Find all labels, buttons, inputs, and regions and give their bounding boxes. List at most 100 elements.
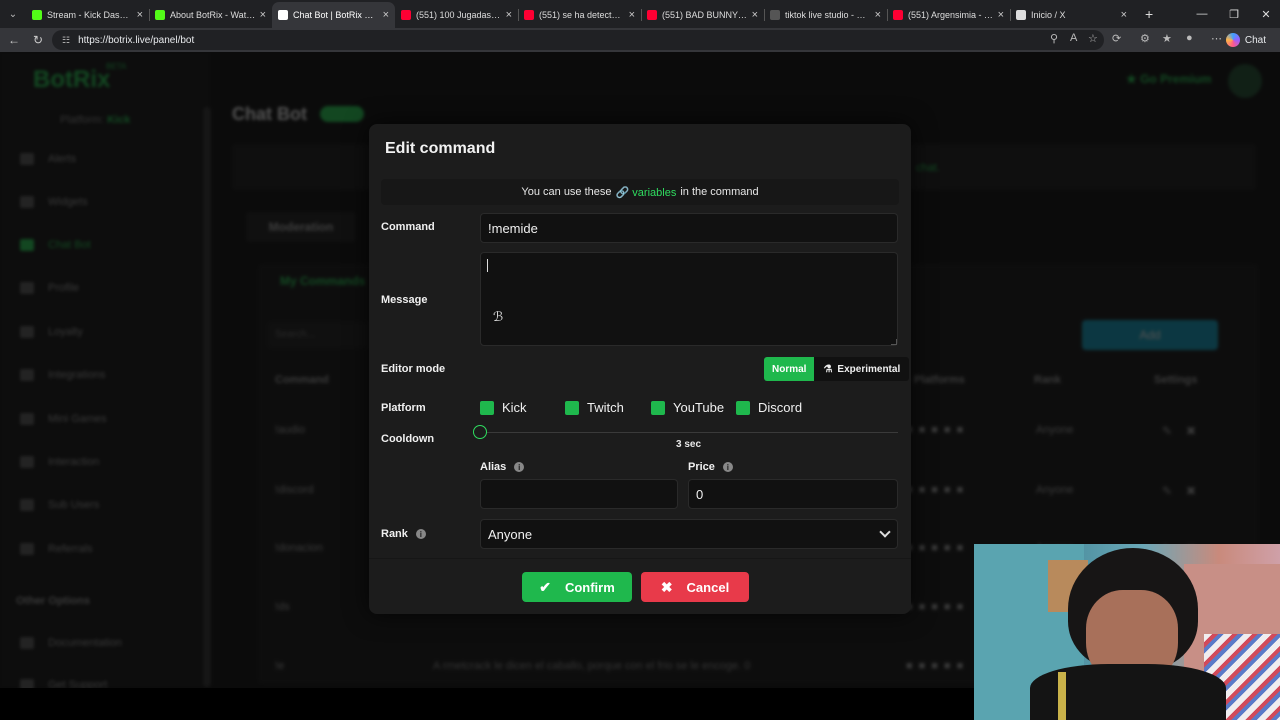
modal-title: Edit command bbox=[385, 140, 496, 157]
browser-tab-title: Stream - Kick Dashboard bbox=[47, 10, 133, 20]
close-window-icon[interactable]: ✕ bbox=[1250, 0, 1280, 28]
confirm-button[interactable]: ✔ Confirm bbox=[522, 572, 632, 602]
cooldown-slider-track[interactable] bbox=[480, 432, 898, 433]
tab-search-menu-icon[interactable]: ⌄ bbox=[0, 0, 26, 28]
price-input[interactable]: 0 bbox=[688, 479, 898, 509]
address-bar[interactable]: ☷ https://botrix.live/panel/bot bbox=[52, 30, 1104, 50]
refresh-extension-icon[interactable]: ⟳ bbox=[1112, 32, 1121, 45]
message-label: Message bbox=[381, 294, 428, 306]
variables-link-label: variables bbox=[632, 186, 677, 199]
close-tab-icon[interactable]: × bbox=[1121, 9, 1127, 21]
youtube-icon bbox=[401, 10, 411, 20]
close-tab-icon[interactable]: × bbox=[260, 9, 266, 21]
editor-mode-normal-button[interactable]: Normal bbox=[764, 357, 815, 381]
copilot-icon bbox=[1225, 33, 1240, 47]
rank-info-icon[interactable]: i bbox=[415, 529, 426, 539]
reload-icon[interactable]: ↻ bbox=[26, 28, 50, 52]
extensions-icon[interactable]: ⚙ bbox=[1140, 32, 1150, 45]
browser-tab[interactable]: (551) 100 Jugadas Que Se × bbox=[395, 2, 518, 28]
checkbox-icon[interactable] bbox=[651, 400, 665, 415]
browser-tab-title: (551) Argensimia - YouTu bbox=[908, 10, 994, 20]
rank-select[interactable]: Anyone bbox=[480, 519, 898, 549]
browser-tab[interactable]: (551) Argensimia - YouTu × bbox=[887, 2, 1010, 28]
cancel-label: Cancel bbox=[686, 579, 730, 595]
checkbox-icon[interactable] bbox=[565, 400, 579, 415]
site-info-icon[interactable]: ☷ bbox=[62, 35, 70, 46]
browser-tab-bar: ⌄ Stream - Kick Dashboard×About BotRix -… bbox=[0, 0, 1280, 28]
close-tab-icon[interactable]: × bbox=[752, 9, 758, 21]
command-input[interactable]: !memide bbox=[480, 213, 898, 243]
browser-tab[interactable]: Stream - Kick Dashboard × bbox=[26, 2, 149, 28]
browser-tab[interactable]: Inicio / X × bbox=[1010, 2, 1133, 28]
back-icon[interactable]: ← bbox=[2, 28, 26, 52]
price-label-group: Price i bbox=[688, 461, 733, 473]
close-icon: ✖ bbox=[660, 578, 673, 595]
kick-icon bbox=[155, 10, 165, 20]
platform-checkbox-label: Discord bbox=[758, 400, 803, 415]
editor-mode-toggle: Normal ⚗ Experimental bbox=[764, 357, 910, 381]
close-tab-icon[interactable]: × bbox=[875, 9, 881, 21]
resize-handle-icon[interactable] bbox=[891, 339, 897, 345]
confirm-label: Confirm bbox=[564, 579, 615, 595]
command-input-value: !memide bbox=[488, 220, 538, 236]
cooldown-slider-handle[interactable] bbox=[473, 425, 487, 439]
close-tab-icon[interactable]: × bbox=[506, 9, 512, 21]
close-tab-icon[interactable]: × bbox=[629, 9, 635, 21]
browser-tab[interactable]: About BotRix - Watch Live × bbox=[149, 2, 272, 28]
alias-input[interactable] bbox=[480, 479, 678, 509]
maximize-icon[interactable]: ❐ bbox=[1218, 0, 1250, 28]
checkbox-icon[interactable] bbox=[480, 400, 494, 415]
editor-mode-experimental-button[interactable]: ⚗ Experimental bbox=[814, 357, 910, 381]
profile-avatar-icon[interactable]: ● bbox=[1186, 32, 1193, 44]
rank-label: Rank bbox=[381, 528, 408, 540]
browser-tab-title: (551) 100 Jugadas Que Se bbox=[416, 10, 502, 20]
price-label: Price bbox=[688, 461, 715, 473]
alias-info-icon[interactable]: i bbox=[514, 462, 525, 472]
browser-toolbar: ← ↻ ☷ https://botrix.live/panel/bot ⚲ A … bbox=[0, 28, 1280, 52]
chevron-down-icon bbox=[879, 526, 891, 538]
browser-tab-title: tiktok live studio - Búsq bbox=[785, 10, 871, 20]
hint-prefix: You can use these bbox=[521, 186, 612, 198]
minimize-icon[interactable]: — bbox=[1186, 0, 1218, 28]
webcam-overlay bbox=[974, 544, 1280, 720]
platform-checkbox-twitch[interactable]: Twitch bbox=[565, 400, 624, 415]
browser-tab[interactable]: (551) BAD BUNNY - 120 × bbox=[641, 2, 764, 28]
command-label: Command bbox=[381, 221, 435, 233]
alias-label: Alias bbox=[480, 461, 507, 473]
platform-checkbox-youtube[interactable]: YouTube bbox=[651, 400, 724, 415]
close-tab-icon[interactable]: × bbox=[137, 9, 143, 21]
message-textarea[interactable] bbox=[480, 252, 898, 346]
new-tab-button[interactable]: + bbox=[1145, 6, 1165, 22]
copilot-chat-button[interactable]: Chat bbox=[1220, 31, 1272, 49]
platform-label: Platform bbox=[381, 402, 426, 414]
favorite-star-icon[interactable]: ☆ bbox=[1088, 32, 1098, 45]
check-icon: ✔ bbox=[539, 578, 551, 595]
platform-checkbox-discord[interactable]: Discord bbox=[736, 400, 802, 415]
variables-link[interactable]: 🔗 variables bbox=[616, 186, 677, 199]
read-aloud-icon[interactable]: A bbox=[1070, 32, 1077, 44]
botrix-icon bbox=[278, 10, 288, 20]
cancel-button[interactable]: ✖ Cancel bbox=[641, 572, 749, 602]
browser-tab-title: Chat Bot | BotRix — Cloud bbox=[293, 10, 379, 20]
browser-tab[interactable]: tiktok live studio - Búsq × bbox=[764, 2, 887, 28]
close-tab-icon[interactable]: × bbox=[383, 9, 389, 21]
browser-tab[interactable]: (551) se ha detectado un × bbox=[518, 2, 641, 28]
platform-checkbox-label: Twitch bbox=[587, 400, 624, 415]
rank-select-value: Anyone bbox=[488, 526, 533, 542]
x-icon bbox=[1016, 10, 1026, 20]
close-tab-icon[interactable]: × bbox=[998, 9, 1004, 21]
search-icon bbox=[770, 10, 780, 20]
platform-checkbox-label: YouTube bbox=[673, 400, 725, 415]
browser-tab-title: (551) BAD BUNNY - 120 bbox=[662, 10, 748, 20]
text-caret bbox=[487, 259, 488, 272]
zoom-icon[interactable]: ⚲ bbox=[1050, 32, 1058, 45]
browser-tab[interactable]: Chat Bot | BotRix — Cloud × bbox=[272, 2, 395, 28]
youtube-icon bbox=[893, 10, 903, 20]
checkbox-icon[interactable] bbox=[736, 400, 750, 415]
browser-tab-title: (551) se ha detectado un bbox=[539, 10, 625, 20]
alias-label-group: Alias i bbox=[480, 461, 525, 473]
price-info-icon[interactable]: i bbox=[722, 462, 733, 472]
platform-checkbox-kick[interactable]: Kick bbox=[480, 400, 527, 415]
editor-mode-label: Editor mode bbox=[381, 363, 446, 375]
favorites-icon[interactable]: ★ bbox=[1162, 32, 1172, 45]
